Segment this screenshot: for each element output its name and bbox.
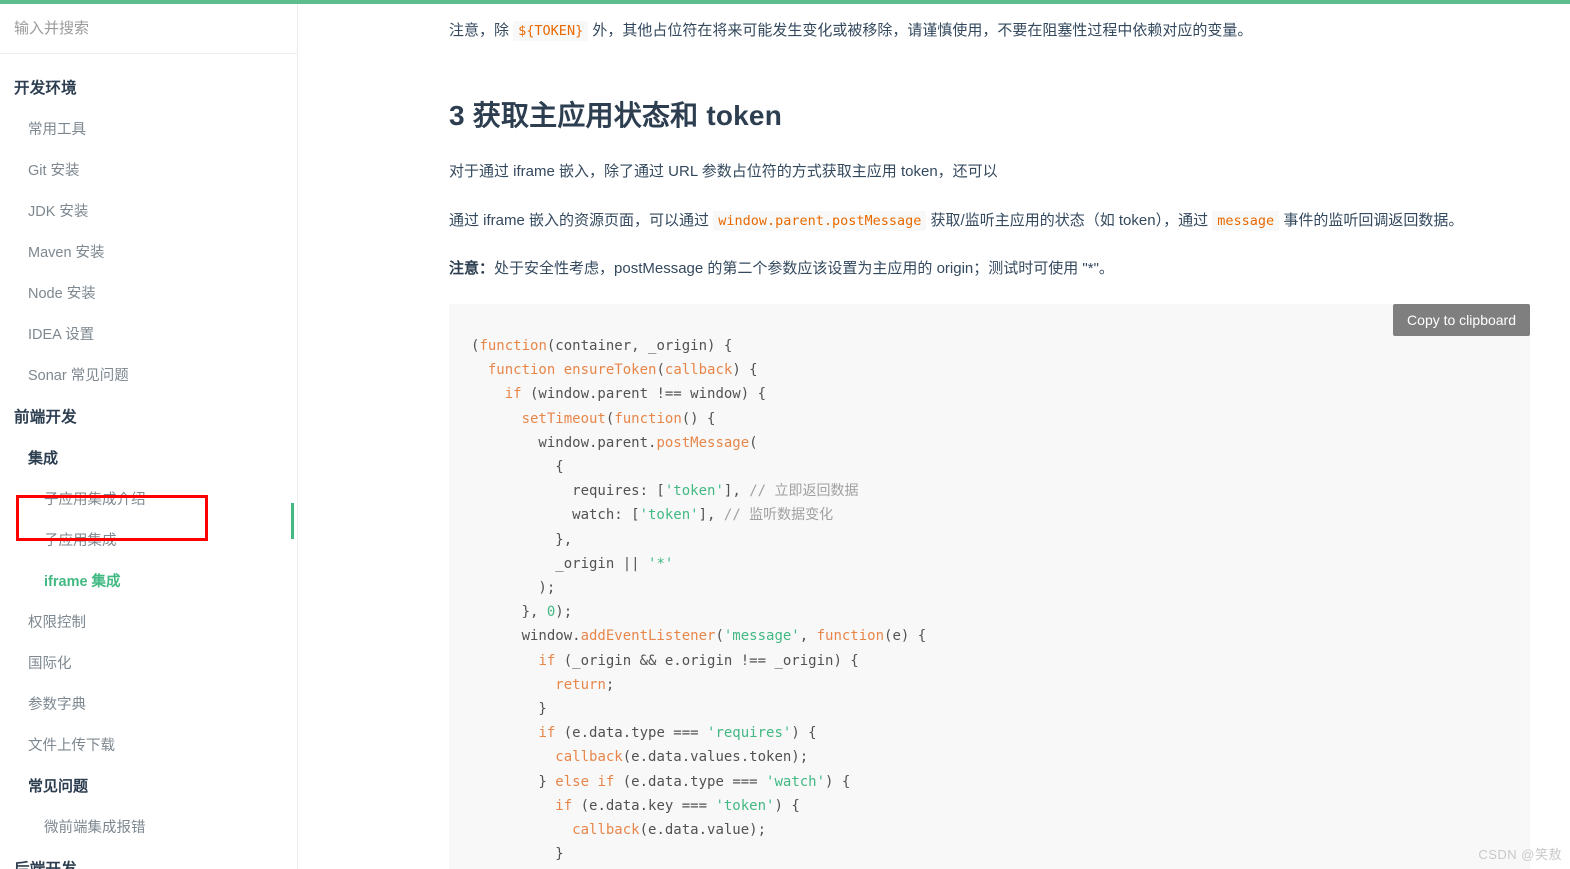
sidebar-nav: 开发环境 常用工具 Git 安装 JDK 安装 Maven 安装 Node 安装…: [0, 54, 297, 869]
sidebar-subgroup-faq: 常见问题: [28, 778, 89, 795]
sidebar-group-frontend: 前端开发: [14, 409, 77, 426]
sidebar-item-maven-install[interactable]: Maven 安装: [0, 231, 297, 272]
sidebar-item-node-install[interactable]: Node 安装: [0, 272, 297, 313]
placeholder-warning-note: 注意，除 ${TOKEN} 外，其他占位符在将来可能发生变化或被移除，请谨慎使用…: [449, 18, 1530, 44]
sidebar-item-jdk-install[interactable]: JDK 安装: [0, 190, 297, 231]
sidebar-item-idea-settings[interactable]: IDEA 设置: [0, 313, 297, 354]
sidebar-item-common-tools[interactable]: 常用工具: [0, 108, 297, 149]
paragraph-iframe-intro: 对于通过 iframe 嵌入，除了通过 URL 参数占位符的方式获取主应用 to…: [449, 163, 998, 181]
inline-code-token: ${TOKEN}: [513, 21, 589, 41]
note-text-after: 外，其他占位符在将来可能发生变化或被移除，请谨慎使用，不要在阻塞性过程中依赖对应…: [588, 22, 1253, 39]
sidebar: 开发环境 常用工具 Git 安装 JDK 安装 Maven 安装 Node 安装…: [0, 4, 298, 869]
sidebar-item-subapp-integration[interactable]: 子应用集成: [0, 519, 297, 560]
active-section-marker: [291, 503, 294, 539]
inline-code-postmessage: window.parent.postMessage: [713, 210, 927, 231]
sidebar-item-param-dictionary[interactable]: 参数字典: [0, 683, 297, 724]
documentation-page: 开发环境 常用工具 Git 安装 JDK 安装 Maven 安装 Node 安装…: [0, 0, 1570, 869]
csdn-watermark: CSDN @笑敖: [1478, 847, 1562, 862]
sidebar-item-subapp-intro[interactable]: 子应用集成介绍: [0, 478, 297, 519]
sidebar-subgroup-integration: 集成: [28, 450, 59, 467]
para2-part1: 通过 iframe 嵌入的资源页面，可以通过: [449, 211, 714, 229]
paragraph-security-note: 注意：处于安全性考虑，postMessage 的第二个参数应该设置为主应用的 o…: [449, 256, 1530, 282]
inline-code-message: message: [1212, 210, 1280, 231]
sidebar-group-backend: 后端开发: [0, 847, 297, 869]
security-note-rest: 处于安全性考虑，postMessage 的第二个参数应该设置为主应用的 orig…: [494, 259, 1114, 277]
sidebar-item-sonar-faq[interactable]: Sonar 常见问题: [0, 354, 297, 395]
sidebar-item-i18n[interactable]: 国际化: [0, 642, 297, 683]
sidebar-item-iframe-integration[interactable]: iframe 集成: [0, 560, 297, 601]
search-input[interactable]: [12, 19, 266, 38]
sidebar-item-file-upload-download[interactable]: 文件上传下载: [0, 724, 297, 765]
para2-part3: 事件的监听回调返回数据。: [1279, 211, 1464, 229]
sidebar-item-permission-control[interactable]: 权限控制: [0, 601, 297, 642]
sidebar-item-git-install[interactable]: Git 安装: [0, 149, 297, 190]
sidebar-group-dev-env: 开发环境: [14, 80, 77, 97]
main-content: 注意，除 ${TOKEN} 外，其他占位符在将来可能发生变化或被移除，请谨慎使用…: [299, 4, 1570, 869]
copy-to-clipboard-button[interactable]: Copy to clipboard: [1393, 304, 1530, 336]
code-block-content[interactable]: (function(container, _origin) { function…: [449, 304, 1530, 869]
note-text-before: 注意，除: [449, 22, 514, 39]
para2-part2: 获取/监听主应用的状态（如 token），通过: [926, 211, 1213, 229]
sidebar-item-micro-frontend-error[interactable]: 微前端集成报错: [0, 806, 297, 847]
page-title: 3 获取主应用状态和 token: [449, 100, 783, 132]
security-note-lead: 注意：: [449, 259, 495, 277]
code-block: Copy to clipboard (function(container, _…: [449, 304, 1530, 869]
paragraph-postmessage-desc: 通过 iframe 嵌入的资源页面，可以通过 window.parent.pos…: [449, 208, 1530, 234]
search-box[interactable]: [0, 4, 297, 54]
